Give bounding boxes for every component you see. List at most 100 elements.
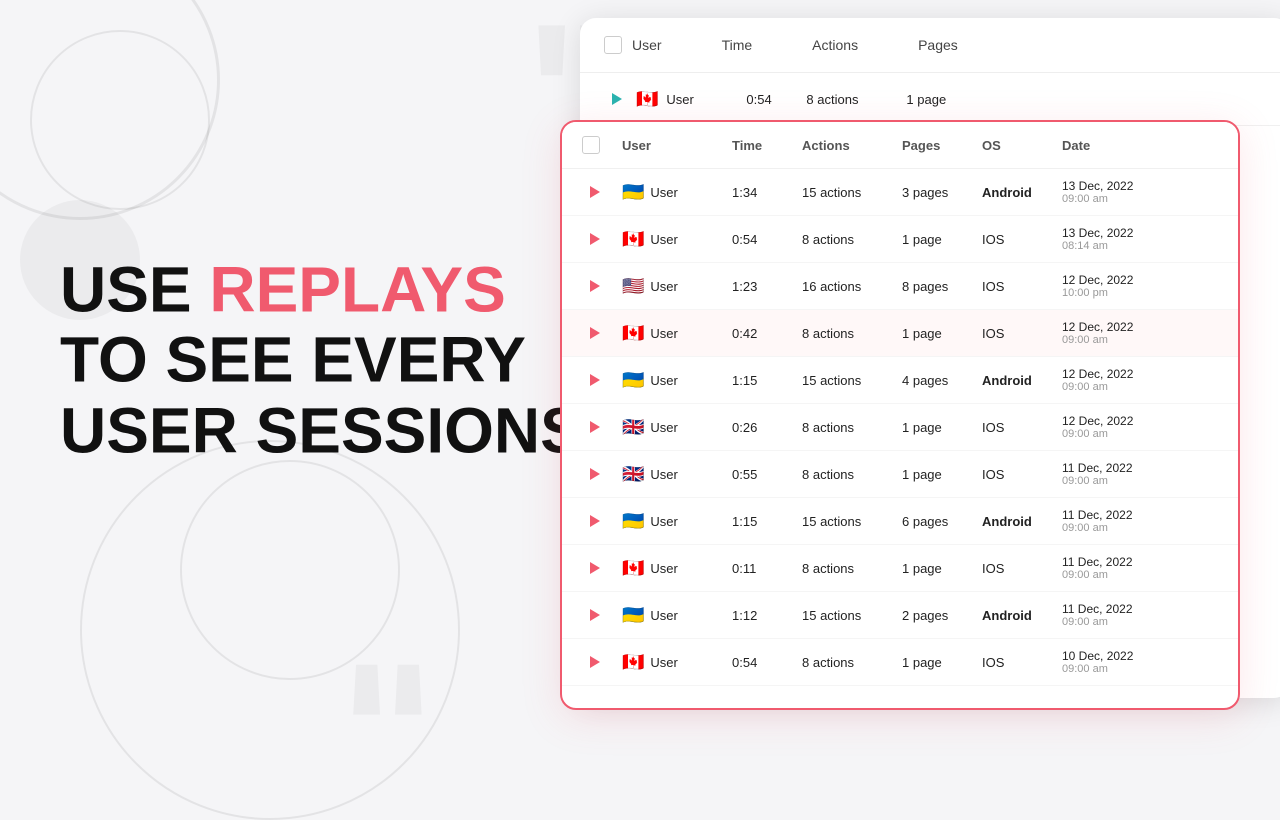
row-date-time: 09:00 am <box>1062 193 1202 205</box>
left-section: USE REPLAYS TO SEE EVERY USER SESSIONS <box>60 254 640 465</box>
play-button[interactable] <box>582 462 606 486</box>
row-actions: 8 actions <box>802 467 902 482</box>
row-date-main: 12 Dec, 2022 <box>1062 273 1202 287</box>
row-user: 🇺🇦 User <box>622 605 732 626</box>
user-label: User <box>650 561 677 576</box>
row-date: 11 Dec, 2022 09:00 am <box>1062 508 1202 534</box>
bg-card-checkbox[interactable] <box>604 36 622 54</box>
row-user: 🇺🇦 User <box>622 182 732 203</box>
row-time: 1:34 <box>732 185 802 200</box>
row-date: 11 Dec, 2022 09:00 am <box>1062 602 1202 628</box>
play-button[interactable] <box>582 556 606 580</box>
play-icon <box>590 656 600 668</box>
row-date: 13 Dec, 2022 09:00 am <box>1062 179 1202 205</box>
headline-use: USE <box>60 253 209 325</box>
play-button[interactable] <box>582 650 606 674</box>
bg-play-button[interactable] <box>604 87 628 111</box>
row-pages: 1 page <box>902 232 982 247</box>
col-header-pages: Pages <box>902 138 982 153</box>
row-user: 🇨🇦 User <box>622 652 732 673</box>
bg-card-header: User Time Actions Pages <box>580 18 1280 73</box>
row-date-time: 09:00 am <box>1062 475 1202 487</box>
table-row[interactable]: 🇺🇦 User 1:34 15 actions 3 pages Android … <box>562 169 1238 216</box>
row-date-main: 11 Dec, 2022 <box>1062 555 1202 569</box>
row-date: 11 Dec, 2022 09:00 am <box>1062 461 1202 487</box>
headline-line3: USER SESSIONS <box>60 395 640 465</box>
flag-icon: 🇬🇧 <box>622 417 644 438</box>
play-button[interactable] <box>582 415 606 439</box>
table-row[interactable]: 🇨🇦 User 0:11 8 actions 1 page IOS 11 Dec… <box>562 545 1238 592</box>
row-date-main: 11 Dec, 2022 <box>1062 508 1202 522</box>
table-row[interactable]: 🇺🇦 User 1:15 15 actions 4 pages Android … <box>562 357 1238 404</box>
table-row[interactable]: 🇺🇦 User 1:12 15 actions 2 pages Android … <box>562 592 1238 639</box>
row-pages: 3 pages <box>902 185 982 200</box>
row-date: 12 Dec, 2022 09:00 am <box>1062 414 1202 440</box>
table-body: 🇺🇦 User 1:34 15 actions 3 pages Android … <box>562 169 1238 705</box>
row-date: 12 Dec, 2022 10:00 pm <box>1062 273 1202 299</box>
row-play-wrap <box>582 603 622 627</box>
table-row[interactable]: 🇨🇦 User 0:54 8 actions 1 page IOS 10 Dec… <box>562 639 1238 686</box>
row-date-time: 09:00 am <box>1062 334 1202 346</box>
table-row[interactable]: 🇬🇧 User 0:55 8 actions 1 page IOS 11 Dec… <box>562 451 1238 498</box>
bg-col-user: User <box>632 37 662 53</box>
col-header-actions: Actions <box>802 138 902 153</box>
row-date-time: 09:00 am <box>1062 616 1202 628</box>
table-row[interactable]: 🇨🇦 User 0:42 8 actions 1 page IOS 12 Dec… <box>562 310 1238 357</box>
row-pages: 1 page <box>902 420 982 435</box>
row-time: 1:15 <box>732 514 802 529</box>
user-label: User <box>650 185 677 200</box>
row-actions: 8 actions <box>802 326 902 341</box>
row-pages: 6 pages <box>902 514 982 529</box>
user-label: User <box>650 232 677 247</box>
row-play-wrap <box>582 227 622 251</box>
user-label: User <box>650 514 677 529</box>
play-button[interactable] <box>582 368 606 392</box>
row-actions: 8 actions <box>802 561 902 576</box>
row-os: Android <box>982 373 1062 388</box>
row-pages: 4 pages <box>902 373 982 388</box>
play-button[interactable] <box>582 603 606 627</box>
table-row[interactable]: 🇨🇦 User 0:54 8 actions 1 page IOS 13 Dec… <box>562 216 1238 263</box>
row-time: 1:12 <box>732 608 802 623</box>
play-button[interactable] <box>582 274 606 298</box>
table-row[interactable]: 🇺🇸 User 1:23 16 actions 8 pages IOS 12 D… <box>562 263 1238 310</box>
play-icon <box>590 515 600 527</box>
select-all-checkbox[interactable] <box>582 136 600 154</box>
row-pages: 1 page <box>902 561 982 576</box>
row-actions: 16 actions <box>802 279 902 294</box>
headline: USE REPLAYS TO SEE EVERY USER SESSIONS <box>60 254 640 465</box>
play-button[interactable] <box>582 180 606 204</box>
flag-icon: 🇺🇦 <box>622 605 644 626</box>
bg-card-columns: User Time Actions Pages <box>632 37 958 53</box>
row-date-time: 10:00 pm <box>1062 287 1202 299</box>
row-os: IOS <box>982 279 1062 294</box>
play-button[interactable] <box>582 227 606 251</box>
row-play-wrap <box>582 274 622 298</box>
row-time: 0:54 <box>732 655 802 670</box>
row-time: 0:55 <box>732 467 802 482</box>
row-user: 🇬🇧 User <box>622 417 732 438</box>
row-time: 0:26 <box>732 420 802 435</box>
row-play-wrap <box>582 650 622 674</box>
row-os: IOS <box>982 655 1062 670</box>
flag-icon: 🇨🇦 <box>622 558 644 579</box>
row-date-main: 12 Dec, 2022 <box>1062 414 1202 428</box>
row-actions: 15 actions <box>802 185 902 200</box>
row-date-main: 10 Dec, 2022 <box>1062 649 1202 663</box>
row-pages: 2 pages <box>902 608 982 623</box>
main-card: User Time Actions Pages OS Date 🇺🇦 User … <box>560 120 1240 710</box>
flag-icon: 🇬🇧 <box>622 464 644 485</box>
row-play-wrap <box>582 321 622 345</box>
row-date: 11 Dec, 2022 09:00 am <box>1062 555 1202 581</box>
row-actions: 8 actions <box>802 232 902 247</box>
play-button[interactable] <box>582 509 606 533</box>
row-date: 12 Dec, 2022 09:00 am <box>1062 320 1202 346</box>
headline-line2: TO SEE EVERY <box>60 325 640 395</box>
table-row[interactable]: 🇺🇦 User 1:15 15 actions 6 pages Android … <box>562 498 1238 545</box>
flag-icon: 🇺🇦 <box>622 511 644 532</box>
row-time: 1:23 <box>732 279 802 294</box>
flag-icon: 🇨🇦 <box>622 229 644 250</box>
row-date-main: 12 Dec, 2022 <box>1062 367 1202 381</box>
play-button[interactable] <box>582 321 606 345</box>
table-row[interactable]: 🇬🇧 User 0:26 8 actions 1 page IOS 12 Dec… <box>562 404 1238 451</box>
